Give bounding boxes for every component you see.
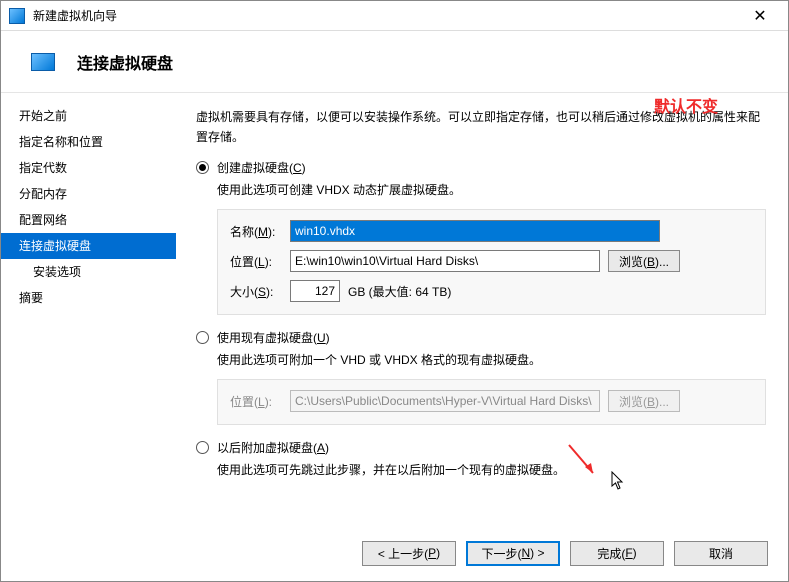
window-title: 新建虚拟机向导 <box>33 7 740 24</box>
monitor-icon <box>31 53 55 71</box>
sidebar-item-generation[interactable]: 指定代数 <box>1 155 176 181</box>
wizard-body: 开始之前 指定名称和位置 指定代数 分配内存 配置网络 连接虚拟硬盘 安装选项 … <box>1 93 788 525</box>
titlebar: 新建虚拟机向导 ✕ <box>1 1 788 31</box>
browse-location-button[interactable]: 浏览(B)... <box>608 250 680 272</box>
wizard-footer: < 上一步(P) 下一步(N) > 完成(F) 取消 <box>1 525 788 581</box>
existing-vhd-fields: 位置(L): 浏览(B)... <box>217 379 766 425</box>
existing-location-label: 位置(L): <box>230 393 290 410</box>
sidebar-item-vhd[interactable]: 连接虚拟硬盘 <box>1 233 176 259</box>
prev-button[interactable]: < 上一步(P) <box>362 541 456 566</box>
cancel-button[interactable]: 取消 <box>674 541 768 566</box>
opt-create-vhd-label: 创建虚拟硬盘(C) <box>217 159 306 177</box>
opt-create-vhd-desc: 使用此选项可创建 VHDX 动态扩展虚拟硬盘。 <box>217 181 766 199</box>
opt-create-vhd[interactable]: 创建虚拟硬盘(C) <box>196 159 766 177</box>
location-label: 位置(L): <box>230 253 290 270</box>
opt-existing-vhd-desc: 使用此选项可附加一个 VHD 或 VHDX 格式的现有虚拟硬盘。 <box>217 351 766 369</box>
close-icon[interactable]: ✕ <box>740 6 780 26</box>
wizard-window: 新建虚拟机向导 ✕ 连接虚拟硬盘 开始之前 指定名称和位置 指定代数 分配内存 … <box>0 0 789 582</box>
size-suffix: GB (最大值: 64 TB) <box>348 283 451 300</box>
radio-attach-later[interactable] <box>196 441 209 454</box>
finish-button[interactable]: 完成(F) <box>570 541 664 566</box>
vhd-name-input[interactable] <box>290 220 660 242</box>
size-label: 大小(S): <box>230 283 290 300</box>
sidebar-item-name-location[interactable]: 指定名称和位置 <box>1 129 176 155</box>
opt-attach-later-desc: 使用此选项可先跳过此步骤，并在以后附加一个现有的虚拟硬盘。 <box>217 461 766 479</box>
name-label: 名称(M): <box>230 223 290 240</box>
sidebar-item-memory[interactable]: 分配内存 <box>1 181 176 207</box>
vhd-location-input[interactable] <box>290 250 600 272</box>
radio-create-vhd[interactable] <box>196 161 209 174</box>
opt-existing-vhd-label: 使用现有虚拟硬盘(U) <box>217 329 330 347</box>
vhd-size-input[interactable] <box>290 280 340 302</box>
wizard-content: 虚拟机需要具有存储，以便可以安装操作系统。可以立即指定存储，也可以稍后通过修改虚… <box>176 93 788 525</box>
sidebar-item-before-begin[interactable]: 开始之前 <box>1 103 176 129</box>
sidebar-item-install-options[interactable]: 安装选项 <box>1 259 176 285</box>
create-vhd-fields: 名称(M): 位置(L): 浏览(B)... 大小(S): GB (最大值: 6… <box>217 209 766 315</box>
app-icon <box>9 8 25 24</box>
page-header: 连接虚拟硬盘 <box>1 31 788 93</box>
sidebar-item-summary[interactable]: 摘要 <box>1 285 176 311</box>
opt-attach-later[interactable]: 以后附加虚拟硬盘(A) <box>196 439 766 457</box>
sidebar-item-networking[interactable]: 配置网络 <box>1 207 176 233</box>
radio-existing-vhd[interactable] <box>196 331 209 344</box>
existing-location-input <box>290 390 600 412</box>
opt-existing-vhd[interactable]: 使用现有虚拟硬盘(U) <box>196 329 766 347</box>
page-title: 连接虚拟硬盘 <box>77 50 173 74</box>
browse-existing-button: 浏览(B)... <box>608 390 680 412</box>
opt-attach-later-label: 以后附加虚拟硬盘(A) <box>217 439 329 457</box>
wizard-sidebar: 开始之前 指定名称和位置 指定代数 分配内存 配置网络 连接虚拟硬盘 安装选项 … <box>1 93 176 525</box>
next-button[interactable]: 下一步(N) > <box>466 541 560 566</box>
annotation-text: 默认不变 <box>654 93 718 117</box>
